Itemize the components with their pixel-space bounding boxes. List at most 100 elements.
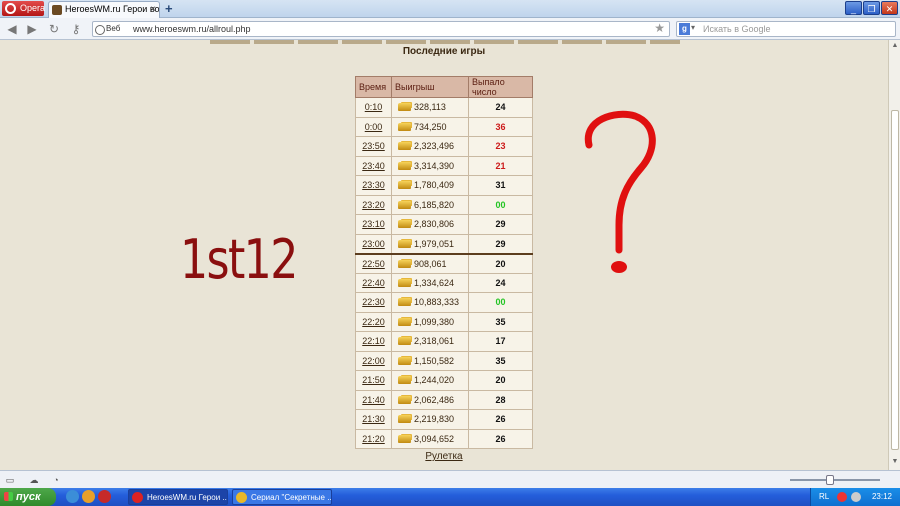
game-time-link[interactable]: 21:30 [362, 414, 385, 424]
time-cell: 23:40 [355, 155, 392, 176]
quicklaunch-icon[interactable] [66, 490, 79, 503]
game-time-link[interactable]: 22:00 [362, 356, 385, 366]
gold-icon [398, 376, 411, 385]
top-decoration-strip [210, 40, 680, 44]
result-number: 23 [468, 136, 533, 157]
browser-tab-heroeswm[interactable]: HeroesWM.ru Герои вой... × [48, 1, 160, 18]
minimize-button[interactable]: _ [845, 1, 862, 15]
cloud-icon[interactable]: ☁ [28, 474, 40, 486]
chevron-down-icon[interactable]: ▾ [691, 21, 695, 35]
time-cell: 22:10 [355, 331, 392, 352]
game-time-link[interactable]: 22:40 [362, 278, 385, 288]
win-cell: 2,062,486 [391, 389, 469, 410]
volume-icon[interactable] [851, 492, 861, 502]
reload-icon[interactable]: ↻ [46, 21, 62, 37]
win-cell: 1,099,380 [391, 311, 469, 332]
column-header-time: Время [355, 76, 392, 98]
forward-arrow-icon[interactable]: ▶ [24, 21, 40, 37]
table-row: 22:20 1,099,380 35 [355, 311, 533, 332]
time-cell: 23:50 [355, 136, 392, 157]
win-amount: 2,318,061 [414, 336, 455, 347]
result-number: 24 [468, 97, 533, 118]
game-time-link[interactable]: 23:30 [362, 180, 385, 190]
time-cell: 21:50 [355, 370, 392, 391]
game-time-link[interactable]: 22:20 [362, 317, 385, 327]
back-arrow-icon[interactable]: ◀ [4, 21, 20, 37]
table-row: 23:10 2,830,806 29 [355, 214, 533, 235]
address-bar[interactable]: Веб www.heroeswm.ru/allroul.php ★ [92, 21, 670, 37]
url-text: www.heroeswm.ru/allroul.php [133, 24, 251, 34]
panel-toggle-icon[interactable]: ▭ [4, 474, 16, 486]
win-amount: 2,830,806 [414, 219, 455, 230]
game-time-link[interactable]: 21:40 [362, 395, 385, 405]
win-cell: 1,150,582 [391, 350, 469, 371]
game-time-link[interactable]: 23:40 [362, 161, 385, 171]
game-time-link[interactable]: 0:10 [365, 102, 383, 112]
gold-icon [398, 317, 411, 326]
system-tray: RL 23:12 [810, 488, 900, 506]
result-number: 21 [468, 155, 533, 176]
win-cell: 1,244,020 [391, 370, 469, 391]
time-cell: 0:00 [355, 116, 392, 137]
tray-app-icon[interactable] [837, 492, 847, 502]
roulette-link[interactable]: Рулетка [425, 451, 462, 462]
tab-close-icon[interactable]: × [150, 2, 156, 17]
scroll-up-icon[interactable]: ▲ [890, 42, 900, 52]
table-row: 23:30 1,780,409 31 [355, 175, 533, 196]
new-tab-button[interactable]: + [165, 1, 173, 16]
win-amount: 1,780,409 [414, 180, 455, 191]
gold-icon [398, 337, 411, 346]
win-amount: 1,979,051 [414, 238, 455, 249]
win-cell: 328,113 [391, 97, 469, 118]
game-time-link[interactable]: 23:10 [362, 219, 385, 229]
gold-icon [398, 142, 411, 151]
opera-menu-button[interactable]: Opera [2, 1, 45, 16]
result-number: 00 [468, 292, 533, 313]
game-time-link[interactable]: 22:30 [362, 297, 385, 307]
start-button[interactable]: пуск [0, 488, 56, 506]
game-time-link[interactable]: 23:50 [362, 141, 385, 151]
page-title: Последние игры [402, 46, 486, 57]
win-cell: 10,883,333 [391, 292, 469, 313]
key-icon[interactable]: ⚷ [68, 21, 84, 37]
gold-icon [398, 395, 411, 404]
table-row: 23:50 2,323,496 23 [355, 136, 533, 157]
maximize-button[interactable]: ❐ [863, 1, 880, 15]
game-time-link[interactable]: 21:50 [362, 375, 385, 385]
search-input[interactable]: g ▾ Искать в Google [676, 21, 896, 37]
game-time-link[interactable]: 21:20 [362, 434, 385, 444]
result-number: 29 [468, 233, 533, 254]
table-row: 22:00 1,150,582 35 [355, 350, 533, 371]
game-time-link[interactable]: 23:20 [362, 200, 385, 210]
table-row: 0:00 734,250 36 [355, 116, 533, 137]
result-number: 31 [468, 175, 533, 196]
game-time-link[interactable]: 22:10 [362, 336, 385, 346]
scrollbar-thumb[interactable] [891, 110, 899, 450]
game-time-link[interactable]: 22:50 [362, 259, 385, 269]
scroll-down-icon[interactable]: ▼ [890, 458, 900, 468]
gold-icon [398, 181, 411, 190]
language-indicator[interactable]: RL [819, 492, 829, 501]
table-row: 23:40 3,314,390 21 [355, 155, 533, 176]
zoom-slider-knob[interactable] [826, 475, 834, 485]
result-number: 36 [468, 116, 533, 137]
game-time-link[interactable]: 23:00 [362, 239, 385, 249]
result-number: 24 [468, 272, 533, 293]
turbo-icon[interactable]: ◔ [50, 474, 62, 486]
win-amount: 3,094,652 [414, 433, 455, 444]
opera-quicklaunch-icon[interactable] [98, 490, 111, 503]
taskbar-item-serial[interactable]: Сериал "Секретные ... [232, 489, 332, 505]
taskbar-item-heroeswm[interactable]: HeroesWM.ru Герои ... [128, 489, 228, 505]
win-cell: 2,219,830 [391, 409, 469, 430]
zoom-slider[interactable] [790, 475, 880, 485]
close-window-button[interactable]: ✕ [881, 1, 898, 15]
bookmark-star-icon[interactable]: ★ [654, 21, 665, 35]
vertical-scrollbar[interactable]: ▲ ▼ [888, 40, 900, 470]
table-row: 22:40 1,334,624 24 [355, 272, 533, 293]
taskbar-item-label: Сериал "Секретные ... [251, 493, 332, 502]
game-time-link[interactable]: 0:00 [365, 122, 383, 132]
win-amount: 2,062,486 [414, 394, 455, 405]
heroeswm-favicon-icon [52, 5, 62, 15]
chrome-quicklaunch-icon[interactable] [82, 490, 95, 503]
gold-icon [398, 415, 411, 424]
